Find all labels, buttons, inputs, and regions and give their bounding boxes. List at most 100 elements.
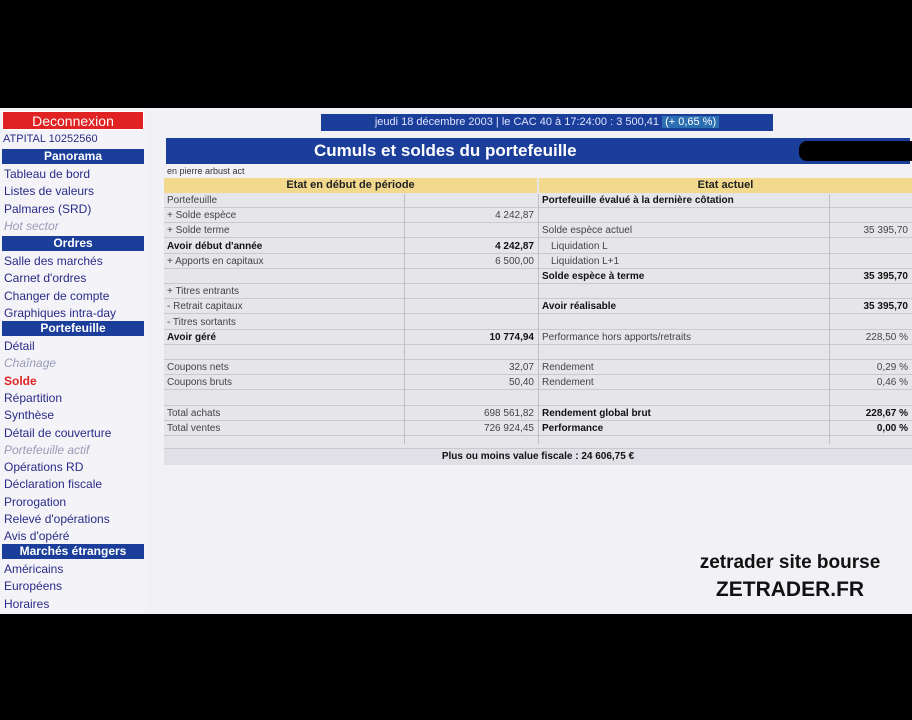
right-row-value: 228,50 % [830,331,912,345]
left-row-label: + Solde terme [164,224,404,239]
sidebar: Deconnexion ATPITAL 10252560 Panorama Tab… [0,108,146,614]
left-row-label [164,270,404,284]
watermark-line1: zetrader site bourse [699,552,881,573]
right-row-value [830,240,912,254]
right-row-label: Liquidation L [539,240,829,254]
right-row-value: 35 395,70 [830,224,912,239]
right-row-label: Liquidation L+1 [539,255,829,269]
left-row-value [405,346,538,360]
account-number: ATPITAL 10252560 [3,133,98,145]
right-row-value [830,285,912,300]
right-row-value [830,194,912,208]
balance-table: Etat en début de période Etat actuel Por… [164,178,912,465]
left-row-label: Portefeuille [164,194,404,208]
sidebar-item[interactable]: Tableau de bord [4,167,90,181]
right-row-value: 35 395,70 [830,300,912,315]
left-row-label: + Apports en capitaux [164,255,404,269]
right-row-value: 228,67 % [830,407,912,421]
right-row-label: Solde espèce à terme [539,270,829,284]
right-column-header: Etat actuel [539,178,912,193]
right-row-label: Solde espèce actuel [539,224,829,239]
sidebar-item[interactable]: Relevé d'opérations [4,512,110,526]
tax-gain-row: Plus ou moins value fiscale : 24 606,75 … [164,448,912,465]
left-row-value: 50,40 [405,376,538,391]
logout-button[interactable]: Deconnexion [2,111,144,130]
left-row-label: + Titres entrants [164,285,404,300]
right-row-label: Portefeuille évalué à la dernière côtati… [539,194,829,208]
left-row-value: 4 242,87 [405,209,538,224]
left-row-label: Total ventes [164,422,404,436]
left-row-label [164,392,404,406]
right-row-value: 35 395,70 [830,270,912,284]
left-row-label: Coupons nets [164,361,404,376]
left-row-value: 726 924,45 [405,422,538,436]
left-row-label: Coupons bruts [164,376,404,391]
right-row-value: 0,46 % [830,376,912,391]
right-row-value [830,346,912,360]
right-row-label [539,209,829,224]
sidebar-item[interactable]: Prorogation [4,495,66,509]
right-row-label [539,346,829,360]
left-row-label: - Titres sortants [164,316,404,330]
left-row-value [405,224,538,239]
left-row-value: 32,07 [405,361,538,376]
left-row-value [405,300,538,315]
sidebar-item[interactable]: Synthèse [4,408,54,422]
left-row-label: Total achats [164,407,404,421]
right-row-label [539,392,829,406]
right-row-value [830,316,912,330]
left-row-value: 698 561,82 [405,407,538,421]
sidebar-item[interactable]: Répartition [4,391,62,405]
sidebar-item[interactable]: Déclaration fiscale [4,477,102,491]
left-row-value [405,194,538,208]
right-row-value [830,392,912,406]
redacted-name [799,141,912,161]
sidebar-item[interactable]: Horaires [4,597,49,611]
sidebar-section-header: Ordres [2,236,144,251]
right-row-label [539,316,829,330]
right-row-label: Rendement [539,376,829,391]
left-row-label: + Solde espèce [164,209,404,224]
sidebar-item[interactable]: Américains [4,562,63,576]
right-row-label: Performance hors apports/retraits [539,331,829,345]
sidebar-section-header: Panorama [2,149,144,164]
sidebar-item[interactable]: Carnet d'ordres [4,271,86,285]
right-row-label: Performance [539,422,829,436]
right-row-label: Rendement [539,361,829,376]
sidebar-item[interactable]: Hot sector [4,219,59,233]
page-title-bar: Cumuls et soldes du portefeuille [166,138,912,164]
sidebar-item[interactable]: Portefeuille actif [4,443,89,457]
sidebar-item[interactable]: Solde [4,374,37,388]
account-sublabel: en pierre arbust act [167,166,245,176]
sidebar-item[interactable]: Palmares (SRD) [4,202,91,216]
app-screen: Deconnexion ATPITAL 10252560 Panorama Tab… [0,108,912,614]
left-row-label [164,346,404,360]
right-row-value: 0,00 % [830,422,912,436]
sidebar-section-header: Marchés étrangers [2,544,144,559]
sidebar-item[interactable]: Opérations RD [4,460,83,474]
sidebar-item[interactable]: Avis d'opéré [4,529,69,543]
watermark-line2: ZETRADER.FR [715,578,865,601]
left-row-value [405,285,538,300]
right-row-value [830,255,912,269]
left-row-value: 10 774,94 [405,331,538,345]
sidebar-item[interactable]: Européens [4,579,62,593]
left-row-value: 6 500,00 [405,255,538,269]
left-row-label: Avoir géré [164,331,404,345]
right-row-label: Rendement global brut [539,407,829,421]
sidebar-item[interactable]: Chaînage [4,356,56,370]
left-column-header: Etat en début de période [164,178,537,193]
sidebar-item[interactable]: Détail [4,339,35,353]
sidebar-item[interactable]: Détail de couverture [4,426,111,440]
right-row-value [830,209,912,224]
sidebar-item[interactable]: Salle des marchés [4,254,103,268]
sidebar-section-header: Portefeuille [2,321,144,336]
left-row-label: Avoir début d'année [164,240,404,254]
left-row-value [405,316,538,330]
left-row-value [405,392,538,406]
sidebar-item[interactable]: Changer de compte [4,289,109,303]
sidebar-item[interactable]: Listes de valeurs [4,184,94,198]
left-row-value: 4 242,87 [405,240,538,254]
sidebar-item[interactable]: Graphiques intra-day [4,306,116,320]
index-change: (+ 0,65 %) [662,116,720,128]
